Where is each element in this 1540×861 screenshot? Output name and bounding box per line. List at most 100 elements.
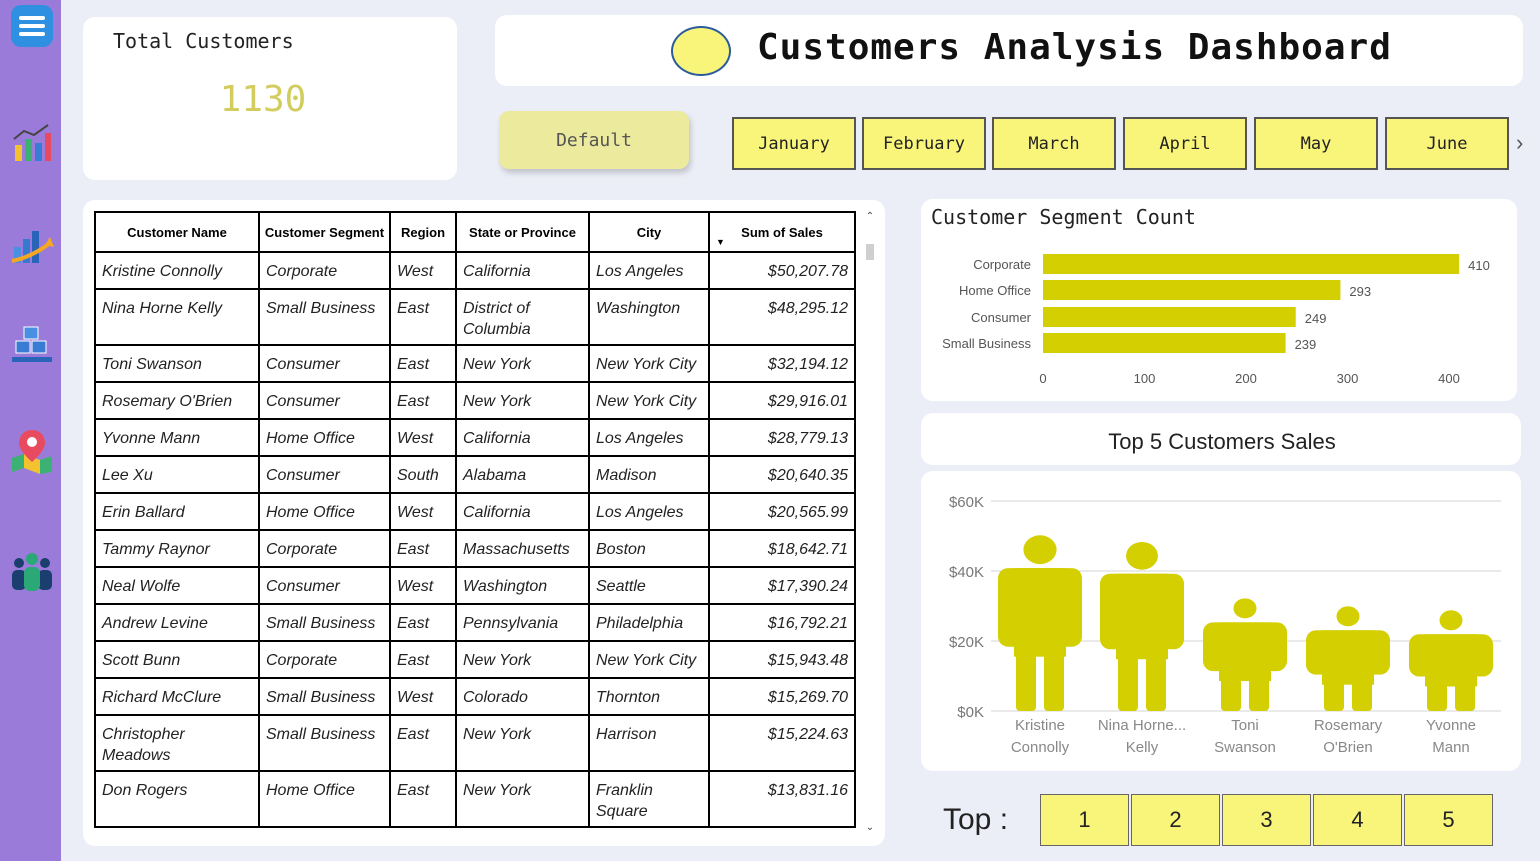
logo-circle-icon xyxy=(671,26,731,76)
month-february-button[interactable]: February xyxy=(862,117,986,170)
cell-sum-of-sales: $17,390.24 xyxy=(708,566,856,605)
month-april-button[interactable]: April xyxy=(1123,117,1247,170)
table-row[interactable]: Kristine Connolly Corporate West California… xyxy=(94,251,856,290)
cell-region: East xyxy=(389,603,457,642)
top5-x-label: Mann xyxy=(1432,739,1470,756)
table-row[interactable]: Erin Ballard Home Office West California Los… xyxy=(94,492,856,531)
cell-city: Los Angeles xyxy=(588,251,710,290)
table-row[interactable]: Lee Xu Consumer South Alabama Madison $20,640… xyxy=(94,455,856,494)
cell-sum-of-sales: $32,194.12 xyxy=(708,344,856,383)
cell-customer-name: Andrew Levine xyxy=(94,603,260,642)
column-header-region[interactable]: Region xyxy=(389,211,457,253)
cell-state: Washington xyxy=(455,566,590,605)
month-june-button[interactable]: June xyxy=(1385,117,1509,170)
cell-region: West xyxy=(389,566,457,605)
segment-bar[interactable] xyxy=(1043,307,1296,327)
top5-x-label: Yvonne xyxy=(1426,717,1476,734)
cell-city: Seattle xyxy=(588,566,710,605)
column-header-city[interactable]: City xyxy=(588,211,710,253)
table-row[interactable]: Christopher Meadows Small Business East New… xyxy=(94,714,856,772)
segment-bar[interactable] xyxy=(1043,333,1286,353)
person-icon[interactable] xyxy=(998,535,1082,711)
month-march-button[interactable]: March xyxy=(992,117,1116,170)
top5-x-label: Connolly xyxy=(1011,739,1070,756)
month-may-button[interactable]: May xyxy=(1254,117,1378,170)
person-icon[interactable] xyxy=(1203,598,1287,711)
column-header-state[interactable]: State or Province xyxy=(455,211,590,253)
segment-bar[interactable] xyxy=(1043,280,1341,300)
cell-city: Thornton xyxy=(588,677,710,716)
cell-customer-segment: Consumer xyxy=(258,455,391,494)
segment-x-tick: 200 xyxy=(1235,371,1257,386)
top5-y-tick: $20K xyxy=(949,634,984,651)
chevron-right-icon[interactable]: › xyxy=(1516,130,1523,156)
cell-customer-segment: Home Office xyxy=(258,492,391,531)
segment-value-label: 249 xyxy=(1305,311,1327,326)
nav-growth[interactable] xyxy=(9,220,55,266)
menu-button[interactable] xyxy=(9,3,55,49)
segment-category-label: Home Office xyxy=(959,283,1031,298)
top-3-button[interactable]: 3 xyxy=(1222,794,1311,846)
cell-sum-of-sales: $48,295.12 xyxy=(708,288,856,346)
table-row[interactable]: Rosemary O'Brien Consumer East New York New … xyxy=(94,381,856,420)
nav-customers[interactable] xyxy=(9,548,55,594)
table-row[interactable]: Toni Swanson Consumer East New York New York… xyxy=(94,344,856,383)
table-row[interactable]: Scott Bunn Corporate East New York New York … xyxy=(94,640,856,679)
top5-title-card: Top 5 Customers Sales xyxy=(921,413,1521,465)
top5-y-tick: $40K xyxy=(949,564,984,581)
column-header-customer-name[interactable]: Customer Name xyxy=(94,211,260,253)
map-pin-icon xyxy=(12,430,52,474)
segment-category-label: Small Business xyxy=(942,336,1031,351)
segment-x-tick: 300 xyxy=(1337,371,1359,386)
table-row[interactable]: Tammy Raynor Corporate East Massachusetts Bo… xyxy=(94,529,856,568)
table-row[interactable]: Andrew Levine Small Business East Pennsylva… xyxy=(94,603,856,642)
segment-value-label: 239 xyxy=(1295,337,1317,352)
cell-sum-of-sales: $20,565.99 xyxy=(708,492,856,531)
top5-chart-title: Top 5 Customers Sales xyxy=(1108,429,1336,454)
top5-x-label: Toni xyxy=(1231,717,1259,734)
default-filter-button[interactable]: Default xyxy=(499,111,689,169)
table-row[interactable]: Yvonne Mann Home Office West California Los … xyxy=(94,418,856,457)
top-4-button[interactable]: 4 xyxy=(1313,794,1402,846)
table-row[interactable]: Don Rogers Home Office East New York Frankli… xyxy=(94,770,856,828)
scroll-up-icon[interactable]: ⌃ xyxy=(864,211,876,222)
top5-x-label: Kristine xyxy=(1015,717,1065,734)
cell-customer-name: Scott Bunn xyxy=(94,640,260,679)
menu-icon xyxy=(11,5,53,47)
customers-group-icon xyxy=(12,553,52,591)
scroll-thumb[interactable] xyxy=(866,244,874,260)
cell-city: Los Angeles xyxy=(588,418,710,457)
nav-products[interactable] xyxy=(9,322,55,368)
cell-state: Massachusetts xyxy=(455,529,590,568)
cell-city: New York City xyxy=(588,640,710,679)
cell-city: Franklin Square xyxy=(588,770,710,828)
segment-chart-card: Customer Segment Count Corporate 410 Home … xyxy=(921,199,1517,401)
cell-state: District of Columbia xyxy=(455,288,590,346)
total-customers-value: 1130 xyxy=(219,79,307,120)
top-5-button[interactable]: 5 xyxy=(1404,794,1493,846)
cell-sum-of-sales: $20,640.35 xyxy=(708,455,856,494)
top-2-button[interactable]: 2 xyxy=(1131,794,1220,846)
top-1-button[interactable]: 1 xyxy=(1040,794,1129,846)
table-scrollbar[interactable]: ⌃ ⌄ xyxy=(864,211,876,833)
table-row[interactable]: Nina Horne Kelly Small Business East Distri… xyxy=(94,288,856,346)
cell-city: Boston xyxy=(588,529,710,568)
top5-x-label: Swanson xyxy=(1214,739,1276,756)
column-header-sum-of-sales[interactable]: Sum of Sales ▼ xyxy=(708,211,856,253)
nav-map[interactable] xyxy=(9,428,55,474)
sum-of-sales-label: Sum of Sales xyxy=(741,224,823,240)
person-icon[interactable] xyxy=(1306,606,1390,711)
products-boxes-icon xyxy=(12,326,52,362)
person-icon[interactable] xyxy=(1100,541,1184,711)
top5-x-label: Rosemary xyxy=(1314,717,1383,734)
table-row[interactable]: Richard McClure Small Business West Colorad… xyxy=(94,677,856,716)
person-icon[interactable] xyxy=(1409,610,1493,711)
nav-sales-overview[interactable] xyxy=(9,120,55,166)
segment-bar[interactable] xyxy=(1043,254,1460,274)
table-row[interactable]: Neal Wolfe Consumer West Washington Seattle $… xyxy=(94,566,856,605)
growth-chart-icon xyxy=(11,231,54,263)
column-header-customer-segment[interactable]: Customer Segment xyxy=(258,211,391,253)
cell-state: New York xyxy=(455,770,590,828)
month-january-button[interactable]: January xyxy=(732,117,856,170)
scroll-down-icon[interactable]: ⌄ xyxy=(864,822,876,833)
